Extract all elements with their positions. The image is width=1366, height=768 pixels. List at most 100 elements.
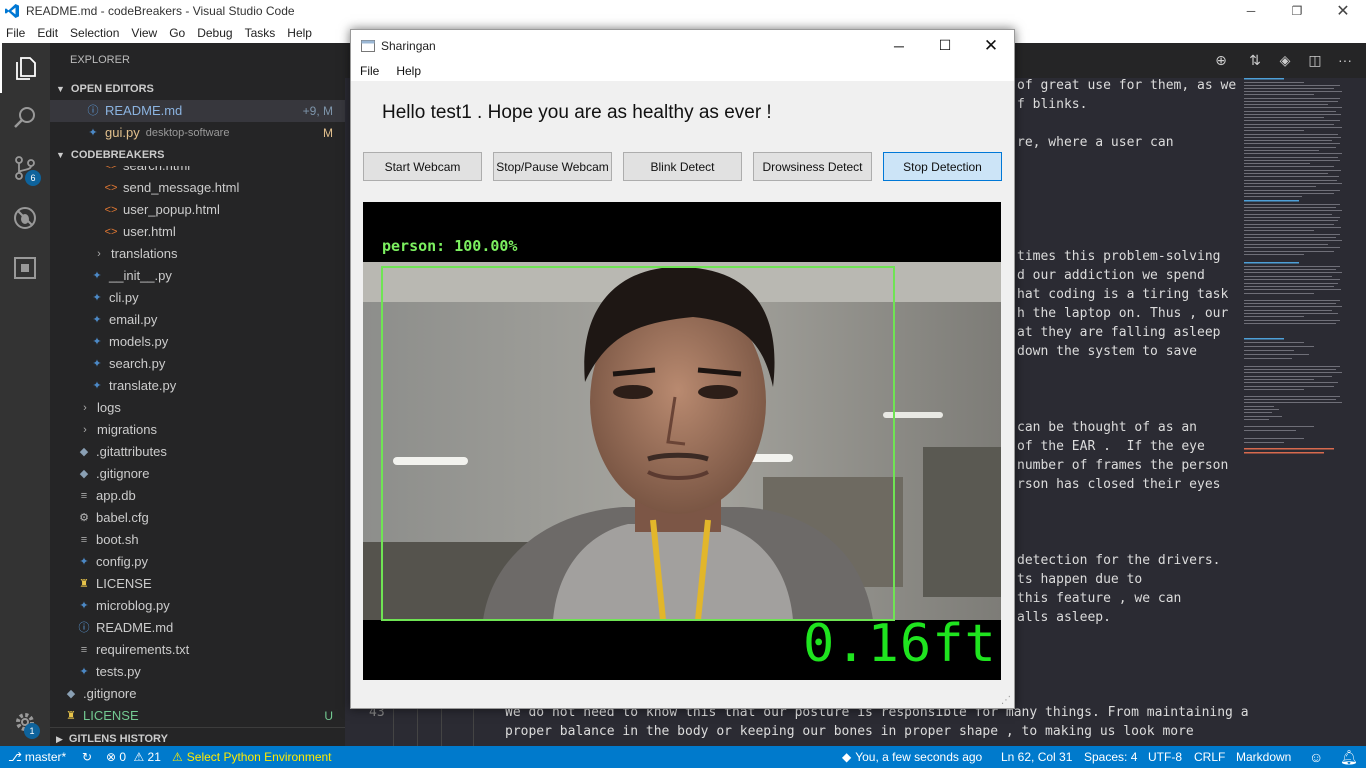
tree-item[interactable]: ♜ LICENSE — [50, 573, 345, 595]
menu-debug[interactable]: Debug — [191, 26, 238, 40]
tree-item[interactable]: <>search.html — [50, 166, 345, 177]
settings-activity[interactable]: 1 — [0, 697, 50, 747]
open-editor-gui-py[interactable]: ✦ gui.py desktop-software M — [50, 122, 345, 144]
explorer-activity[interactable] — [0, 43, 50, 93]
tree-item[interactable]: ✦ search.py — [50, 353, 345, 375]
tree-folder[interactable]: › translations — [50, 243, 345, 265]
tree-item[interactable]: ≡ boot.sh — [50, 529, 345, 551]
open-editors-section[interactable]: ▼ OPEN EDITORS — [50, 78, 345, 100]
code-line[interactable]: rson has closed their eyes — [1017, 477, 1221, 492]
minimap[interactable] — [1240, 76, 1350, 516]
git-compare-icon[interactable]: ◈ — [1277, 52, 1293, 68]
code-line[interactable]: down the system to save — [1017, 344, 1197, 359]
tree-item[interactable]: ♜ LICENSE U — [50, 705, 345, 727]
scm-activity[interactable]: 6 — [0, 143, 50, 193]
code-line[interactable]: detection for the drivers. — [1017, 553, 1221, 568]
encoding-status[interactable]: UTF-8 — [1148, 746, 1182, 768]
menu-file[interactable]: File — [0, 26, 31, 40]
tree-item[interactable]: ✦ translate.py — [50, 375, 345, 397]
code-line[interactable]: ts happen due to — [1017, 572, 1142, 587]
code-line[interactable]: hat coding is a tiring task — [1017, 287, 1228, 302]
python-icon: ✦ — [92, 314, 102, 326]
python-env-status[interactable]: ⚠ Select Python Environment — [172, 746, 332, 768]
menu-help[interactable]: Help — [281, 26, 318, 40]
menu-selection[interactable]: Selection — [64, 26, 125, 40]
tree-item[interactable]: ⓘ README.md — [50, 617, 345, 639]
menu-view[interactable]: View — [125, 26, 163, 40]
detection-bounding-box — [381, 266, 895, 621]
stop-detection-button[interactable]: Stop Detection — [883, 152, 1002, 181]
tree-item[interactable]: ✦ microblog.py — [50, 595, 345, 617]
tree-item[interactable]: ◆ .gitignore — [50, 683, 345, 705]
tree-item[interactable]: ✦ cli.py — [50, 287, 345, 309]
editor-scrollbar[interactable] — [1356, 78, 1366, 746]
stop-pause-webcam-button[interactable]: Stop/Pause Webcam — [493, 152, 612, 181]
language-status[interactable]: Markdown — [1236, 746, 1291, 768]
app-maximize-button[interactable]: ☐ — [922, 30, 968, 61]
search-activity[interactable] — [0, 93, 50, 143]
tree-folder[interactable]: › migrations — [50, 419, 345, 441]
feedback-smiley-icon[interactable]: ☺ — [1309, 746, 1323, 768]
gitlens-blame-status[interactable]: ◆ You, a few seconds ago — [842, 746, 982, 768]
code-line[interactable]: of the EAR . If the eye — [1017, 439, 1205, 454]
code-line[interactable]: d our addiction we spend — [1017, 268, 1205, 283]
tree-item[interactable]: ≡ requirements.txt — [50, 639, 345, 661]
menu-edit[interactable]: Edit — [31, 26, 64, 40]
tree-folder[interactable]: › logs — [50, 397, 345, 419]
code-line[interactable]: can be thought of as an — [1017, 420, 1197, 435]
code-line[interactable]: re, where a user can — [1017, 135, 1174, 150]
app-menu-help[interactable]: Help — [387, 64, 429, 78]
tree-item[interactable]: ◆ .gitignore — [50, 463, 345, 485]
tree-item[interactable]: ✦ config.py — [50, 551, 345, 573]
greeting-label: Hello test1 . Hope you are as healthy as… — [382, 102, 772, 123]
code-line[interactable]: number of frames the person — [1017, 458, 1228, 473]
split-editor-icon[interactable]: ◫ — [1307, 52, 1323, 68]
branch-status[interactable]: ⎇ master* — [8, 746, 66, 768]
scm-badge: 6 — [25, 170, 41, 186]
blink-detect-button[interactable]: Blink Detect — [623, 152, 742, 181]
app-close-button[interactable]: ✕ — [968, 30, 1014, 61]
open-changes-icon[interactable]: ⇅ — [1247, 52, 1263, 68]
tree-item[interactable]: ◆ .gitattributes — [50, 441, 345, 463]
tree-item[interactable]: ✦ tests.py — [50, 661, 345, 683]
code-line[interactable]: f blinks. — [1017, 97, 1087, 112]
menu-tasks[interactable]: Tasks — [239, 26, 282, 40]
sync-button[interactable]: ↻ — [82, 746, 92, 768]
tree-item[interactable]: <> user_popup.html — [50, 199, 345, 221]
close-button[interactable]: ✕ — [1320, 0, 1366, 22]
code-line[interactable]: times this problem-solving — [1017, 249, 1221, 264]
cursor-position[interactable]: Ln 62, Col 31 — [1001, 746, 1072, 768]
code-line[interactable]: this feature , we can — [1017, 591, 1181, 606]
code-line[interactable]: of great use for them, as we — [1017, 78, 1236, 93]
menu-go[interactable]: Go — [163, 26, 191, 40]
code-line[interactable]: at they are falling asleep — [1017, 325, 1221, 340]
open-editor-readme[interactable]: ⓘ README.md +9, M — [50, 100, 345, 122]
eol-status[interactable]: CRLF — [1194, 746, 1225, 768]
indentation-status[interactable]: Spaces: 4 — [1084, 746, 1137, 768]
gitlens-section[interactable]: ▶ GITLENS HISTORY — [50, 727, 345, 746]
extensions-activity[interactable] — [0, 243, 50, 293]
debug-activity[interactable] — [0, 193, 50, 243]
tree-item[interactable]: <> send_message.html — [50, 177, 345, 199]
more-actions-icon[interactable]: ··· — [1337, 52, 1353, 68]
resize-grip-icon[interactable]: ⋰ — [1001, 695, 1011, 706]
tree-item[interactable]: <> user.html — [50, 221, 345, 243]
project-section[interactable]: ▼ CODEBREAKERS — [50, 144, 345, 166]
tree-item[interactable]: ✦ models.py — [50, 331, 345, 353]
start-webcam-button[interactable]: Start Webcam — [363, 152, 482, 181]
problems-status[interactable]: ⊗ 0 ⚠ 21 — [106, 746, 161, 768]
tree-item[interactable]: ≡ app.db — [50, 485, 345, 507]
tree-item[interactable]: ✦ __init__.py — [50, 265, 345, 287]
notifications-bell-icon[interactable]: 🔔︎ — [1340, 746, 1358, 768]
tree-item[interactable]: ✦ email.py — [50, 309, 345, 331]
minimize-button[interactable]: ─ — [1228, 0, 1274, 22]
preview-icon[interactable]: ⊕ — [1213, 52, 1229, 68]
code-line[interactable]: h the laptop on. Thus , our — [1017, 306, 1228, 321]
app-menu-file[interactable]: File — [351, 64, 387, 78]
app-minimize-button[interactable]: ─ — [876, 30, 922, 61]
tree-item[interactable]: ⚙ babel.cfg — [50, 507, 345, 529]
code-line[interactable]: alls asleep. — [1017, 610, 1111, 625]
restore-button[interactable]: ❐ — [1274, 0, 1320, 22]
drowsiness-detect-button[interactable]: Drowsiness Detect — [753, 152, 872, 181]
code-line[interactable]: proper balance in the body or keeping ou… — [505, 724, 1194, 739]
